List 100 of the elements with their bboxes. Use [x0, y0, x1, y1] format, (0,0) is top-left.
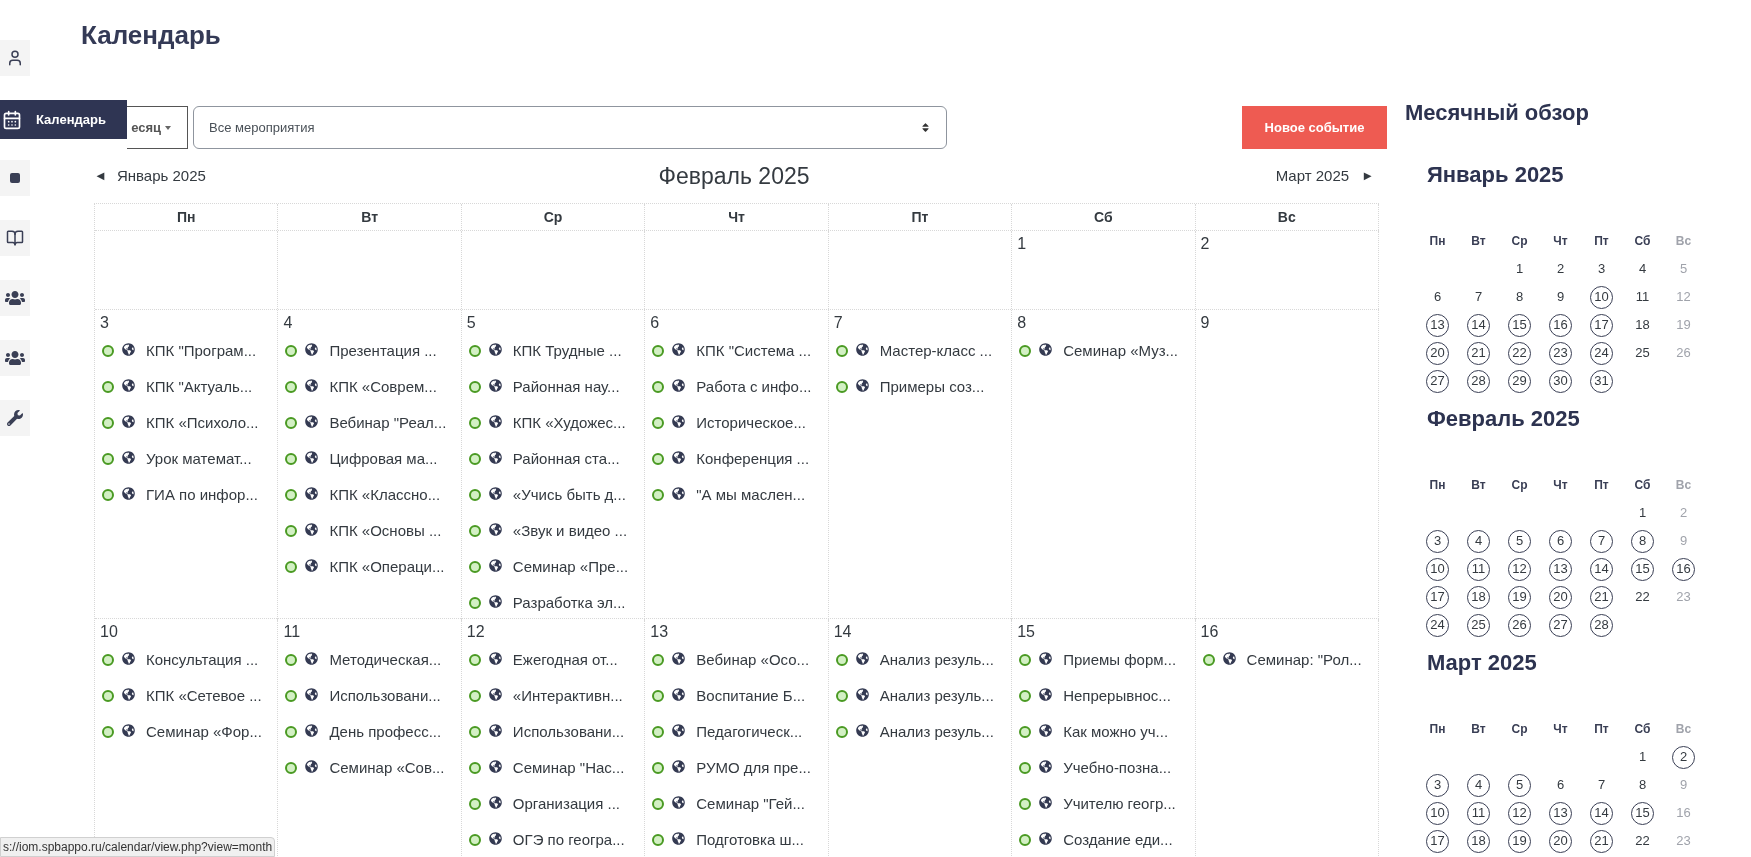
- day-number: 12: [1676, 288, 1691, 307]
- event-link[interactable]: Презентация ...: [329, 339, 437, 363]
- event-link[interactable]: ОГЭ по геогра...: [512, 828, 625, 852]
- event-status-icon: [285, 525, 298, 537]
- event-status-icon: [102, 690, 114, 702]
- event-link[interactable]: КПК «Соврем...: [329, 375, 437, 399]
- status-bar-url: s://iom.spbappo.ru/calendar/view.php?view=month: [0, 837, 276, 857]
- event-status-icon: [1019, 762, 1032, 774]
- event-link[interactable]: Семинар "Нас...: [512, 756, 625, 780]
- event-link[interactable]: Использовани...: [329, 684, 441, 708]
- globe-icon: [672, 414, 686, 428]
- day-number: 23: [1676, 588, 1691, 607]
- previous-month-link[interactable]: ◄ Январь 2025: [94, 164, 394, 188]
- event-link[interactable]: Работа с инфо...: [696, 375, 812, 399]
- event-link[interactable]: Анализ резуль...: [879, 720, 994, 744]
- globe-icon: [855, 378, 869, 392]
- event-link[interactable]: «Звук и видео ...: [512, 519, 628, 543]
- event-link[interactable]: Семинар "Гей...: [696, 792, 805, 816]
- event-link[interactable]: Семинар «Муз...: [1063, 339, 1179, 363]
- event-link[interactable]: Анализ резуль...: [879, 648, 994, 672]
- event-status-icon: [1019, 798, 1032, 810]
- day-with-events[interactable]: 17: [1426, 585, 1449, 609]
- day-number: 6: [1433, 288, 1442, 307]
- event-link[interactable]: Районная нау...: [512, 375, 620, 399]
- book-icon[interactable]: [0, 220, 30, 256]
- day-number: 14: [833, 623, 852, 640]
- event-link[interactable]: КПК «Сетевое ...: [146, 684, 262, 708]
- event-link[interactable]: КПК «Художес...: [512, 411, 626, 435]
- day-number: 4: [1638, 260, 1647, 279]
- event-link[interactable]: РУМО для пре...: [696, 756, 811, 780]
- day-number: 3: [100, 314, 109, 331]
- event-link[interactable]: Педагогическ...: [696, 720, 803, 744]
- globe-icon: [122, 378, 135, 392]
- event-link[interactable]: Семинар «Сов...: [329, 756, 445, 780]
- event-link[interactable]: Приемы форм...: [1063, 648, 1177, 672]
- event-link[interactable]: КПК «Классно...: [329, 483, 441, 507]
- globe-icon: [1039, 759, 1053, 773]
- event-link[interactable]: Цифровая ма...: [329, 447, 438, 471]
- event-link[interactable]: Вебинар "Реал...: [329, 411, 447, 435]
- event-link[interactable]: Анализ резуль...: [879, 684, 994, 708]
- globe-icon: [672, 759, 686, 773]
- event-link[interactable]: Семинар: "Рол...: [1246, 648, 1362, 672]
- event-link[interactable]: Ежегодная от...: [512, 648, 618, 672]
- users-icon[interactable]: [0, 280, 30, 316]
- day-number: 6: [650, 314, 660, 331]
- event-link[interactable]: Семинар «Фор...: [146, 720, 262, 744]
- event-status-icon: [285, 762, 298, 774]
- event-link[interactable]: «Интерактивн...: [512, 684, 623, 708]
- overview-title: Месячный обзор: [1405, 99, 1590, 127]
- globe-icon: [488, 342, 502, 356]
- event-link[interactable]: Разработка эл...: [512, 591, 626, 615]
- event-link[interactable]: КПК "Актуаль...: [146, 375, 253, 399]
- event-link[interactable]: Подготовка ш...: [696, 828, 804, 852]
- weekday-label: Пн: [1429, 233, 1446, 250]
- weekday-label: Ср: [1511, 233, 1528, 250]
- day-number: 19: [1676, 316, 1691, 335]
- event-link[interactable]: Создание еди...: [1063, 828, 1173, 852]
- event-link[interactable]: Как можно уч...: [1063, 720, 1169, 744]
- event-link[interactable]: КПК «Психоло...: [146, 411, 259, 435]
- day-number: 7: [1597, 776, 1606, 795]
- event-link[interactable]: ГИА по инфор...: [146, 483, 258, 507]
- event-link[interactable]: Урок математ...: [146, 447, 252, 471]
- users-icon[interactable]: [0, 340, 30, 376]
- event-link[interactable]: Историческое...: [696, 411, 806, 435]
- day-number: 1: [1638, 504, 1647, 523]
- event-link[interactable]: КПК "Система ...: [696, 339, 812, 363]
- filter-select[interactable]: Все мероприятия: [193, 106, 947, 149]
- event-link[interactable]: Методическая...: [329, 648, 442, 672]
- event-link[interactable]: «Учись быть д...: [512, 483, 626, 507]
- user-icon[interactable]: [0, 40, 30, 76]
- event-link[interactable]: Семинар «Пре...: [512, 555, 629, 579]
- event-link[interactable]: Учителю геогр...: [1063, 792, 1176, 816]
- event-link[interactable]: Использовани...: [512, 720, 625, 744]
- event-link[interactable]: КПК «Операци...: [329, 555, 445, 579]
- wrench-icon[interactable]: [0, 400, 30, 436]
- event-link[interactable]: Районная ста...: [512, 447, 620, 471]
- event-link[interactable]: Консультация ...: [146, 648, 259, 672]
- globe-icon: [672, 342, 686, 356]
- event-link[interactable]: Организация ...: [512, 792, 620, 816]
- day-number: 10: [100, 623, 118, 640]
- event-link[interactable]: Воспитание Б...: [696, 684, 806, 708]
- globe-icon: [305, 522, 319, 536]
- event-link[interactable]: Учебно-позна...: [1063, 756, 1172, 780]
- globe-icon: [122, 414, 135, 428]
- event-link[interactable]: КПК "Програм...: [146, 339, 257, 363]
- day-number: 8: [1638, 776, 1647, 795]
- view-dropdown[interactable]: есяц: [127, 106, 188, 149]
- event-link[interactable]: КПК Трудные ...: [512, 339, 622, 363]
- globe-icon: [488, 651, 502, 665]
- event-link[interactable]: Непрерывнос...: [1063, 684, 1171, 708]
- month-title: Март 2025: [1426, 649, 1538, 677]
- next-month-link[interactable]: Март 2025 ►: [1275, 164, 1374, 188]
- square-icon[interactable]: [0, 160, 30, 196]
- event-link[interactable]: "А мы маслен...: [696, 483, 806, 507]
- event-link[interactable]: Вебинар «Осо...: [696, 648, 810, 672]
- event-link[interactable]: Конференция ...: [696, 447, 810, 471]
- event-link[interactable]: Примеры соз...: [879, 375, 985, 399]
- event-link[interactable]: Мастер-класс ...: [879, 339, 993, 363]
- event-link[interactable]: КПК «Основы ...: [329, 519, 442, 543]
- event-link[interactable]: День професс...: [329, 720, 442, 744]
